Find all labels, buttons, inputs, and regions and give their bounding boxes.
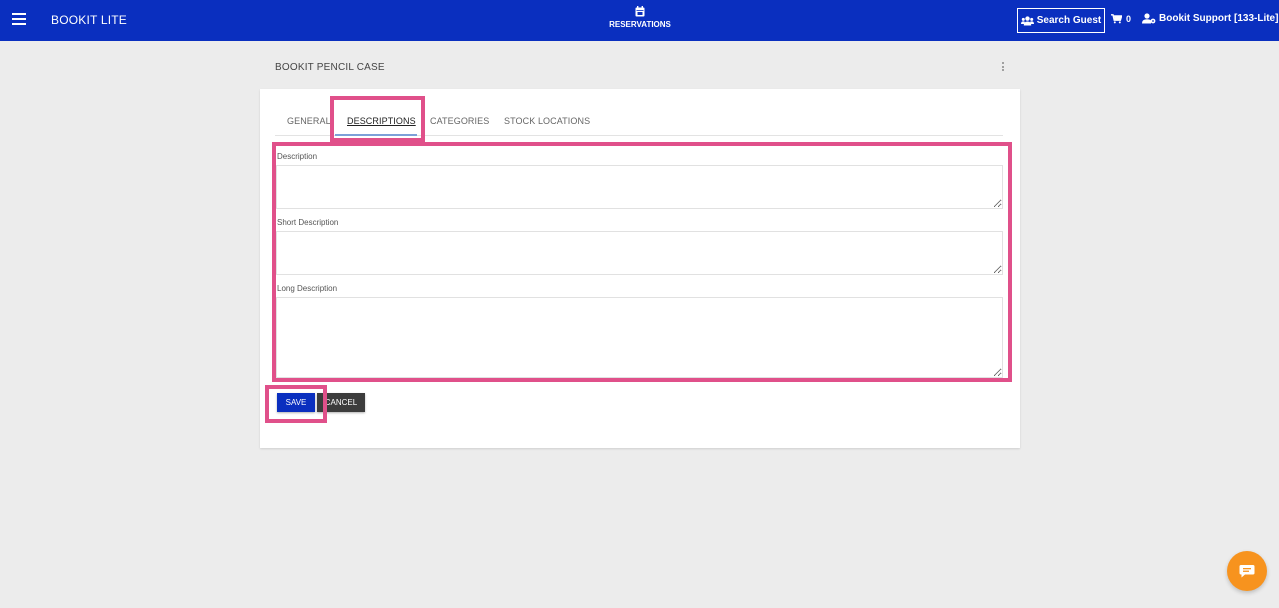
hamburger-menu-icon[interactable] [12, 13, 26, 25]
product-card: GENERAL DESCRIPTIONS CATEGORIES STOCK LO… [260, 89, 1020, 448]
tab-descriptions[interactable]: DESCRIPTIONS [347, 116, 416, 126]
short-description-field[interactable] [276, 231, 1003, 275]
user-cog-icon [1142, 13, 1156, 24]
chat-button[interactable] [1227, 551, 1267, 591]
save-button[interactable]: SAVE [277, 393, 315, 412]
short-description-label: Short Description [277, 218, 339, 227]
chat-icon [1239, 565, 1255, 578]
calendar-icon [635, 6, 645, 17]
nav-reservations[interactable]: RESERVATIONS [600, 6, 680, 29]
long-description-field[interactable] [276, 297, 1003, 378]
tab-categories[interactable]: CATEGORIES [430, 116, 489, 126]
cart-count: 0 [1126, 14, 1132, 24]
cancel-button[interactable]: CANCEL [317, 393, 365, 412]
users-icon [1020, 15, 1034, 25]
search-guest-button[interactable]: Search Guest [1017, 8, 1105, 33]
cart-button[interactable]: 0 [1111, 14, 1131, 24]
top-app-bar: BOOKIT LITE RESERVATIONS Search Guest 0 … [0, 0, 1279, 41]
more-options-icon[interactable] [1000, 62, 1006, 74]
description-field[interactable] [276, 165, 1003, 209]
tab-bar: GENERAL DESCRIPTIONS CATEGORIES STOCK LO… [275, 106, 1003, 136]
search-guest-label: Search Guest [1036, 15, 1102, 26]
nav-reservations-label: RESERVATIONS [609, 20, 671, 29]
tab-general[interactable]: GENERAL [287, 116, 331, 126]
user-menu[interactable]: Bookit Support [133-Lite] [1142, 13, 1278, 24]
page-title: BOOKIT PENCIL CASE [275, 62, 385, 73]
cart-icon [1111, 14, 1122, 24]
long-description-label: Long Description [277, 284, 338, 293]
app-title[interactable]: BOOKIT LITE [51, 13, 127, 27]
active-tab-indicator [335, 134, 417, 136]
user-label: Bookit Support [133-Lite] [1159, 13, 1279, 24]
description-label: Description [277, 152, 318, 161]
tab-stock-locations[interactable]: STOCK LOCATIONS [504, 116, 590, 126]
